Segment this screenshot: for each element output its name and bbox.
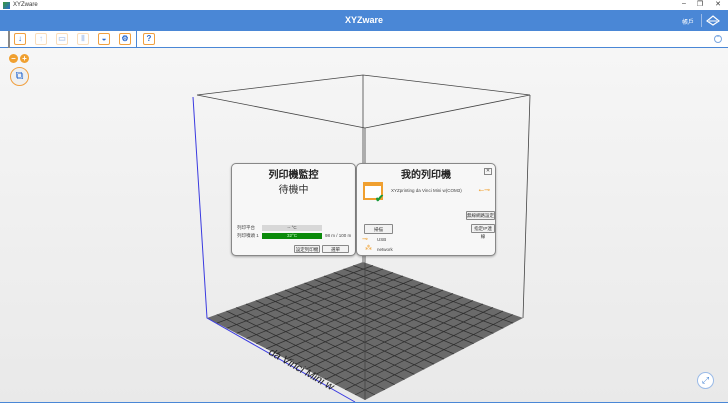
filament-remaining: 98 m / 100 m [325, 233, 352, 238]
scan-button[interactable]: 掃描 [364, 224, 393, 234]
printer-settings-button[interactable]: 設定列印機 [294, 245, 320, 253]
assign-ip-button[interactable]: 指定IP連線 [471, 224, 495, 239]
wifi-settings-button[interactable]: 無線網路設定 [466, 211, 495, 220]
bed-label: 列印平台 [237, 225, 255, 230]
monitor-title: 列印機監控 [268, 170, 319, 181]
usb-connection-icon: ⭠⊸ [478, 187, 490, 194]
printer-monitor-panel: 列印機監控 待機中 列印平台 -- °C 列印噴頭 1 32°C 98 m / … [231, 163, 356, 256]
reset-view-icon[interactable]: ⤢ [697, 372, 714, 389]
network-label[interactable]: network [377, 247, 393, 252]
my-printer-title: 我的列印機 [401, 170, 451, 181]
monitor-status: 待機中 [278, 185, 309, 196]
network-icon: ⁂ [365, 245, 372, 252]
status-bar [0, 402, 728, 410]
printer-name[interactable]: XYZprinting da Vinci Mini w(COM3) [391, 188, 462, 193]
nozzle-temp: 32°C [286, 233, 298, 238]
usb-label[interactable]: USB [377, 237, 386, 242]
menu-button[interactable]: 選單 [322, 245, 349, 253]
my-printer-panel: 我的列印機 ✕ ✔ XYZprinting da Vinci Mini w(CO… [356, 163, 496, 256]
nozzle-temp-bar: 32°C [262, 233, 322, 239]
usb-icon: ⊸ [362, 236, 368, 243]
bed-temp-bar: -- °C [262, 225, 322, 231]
connected-check-icon: ✔ [375, 193, 385, 205]
nozzle-label: 列印噴頭 1 [237, 233, 259, 238]
close-panel-button[interactable]: ✕ [484, 168, 492, 175]
